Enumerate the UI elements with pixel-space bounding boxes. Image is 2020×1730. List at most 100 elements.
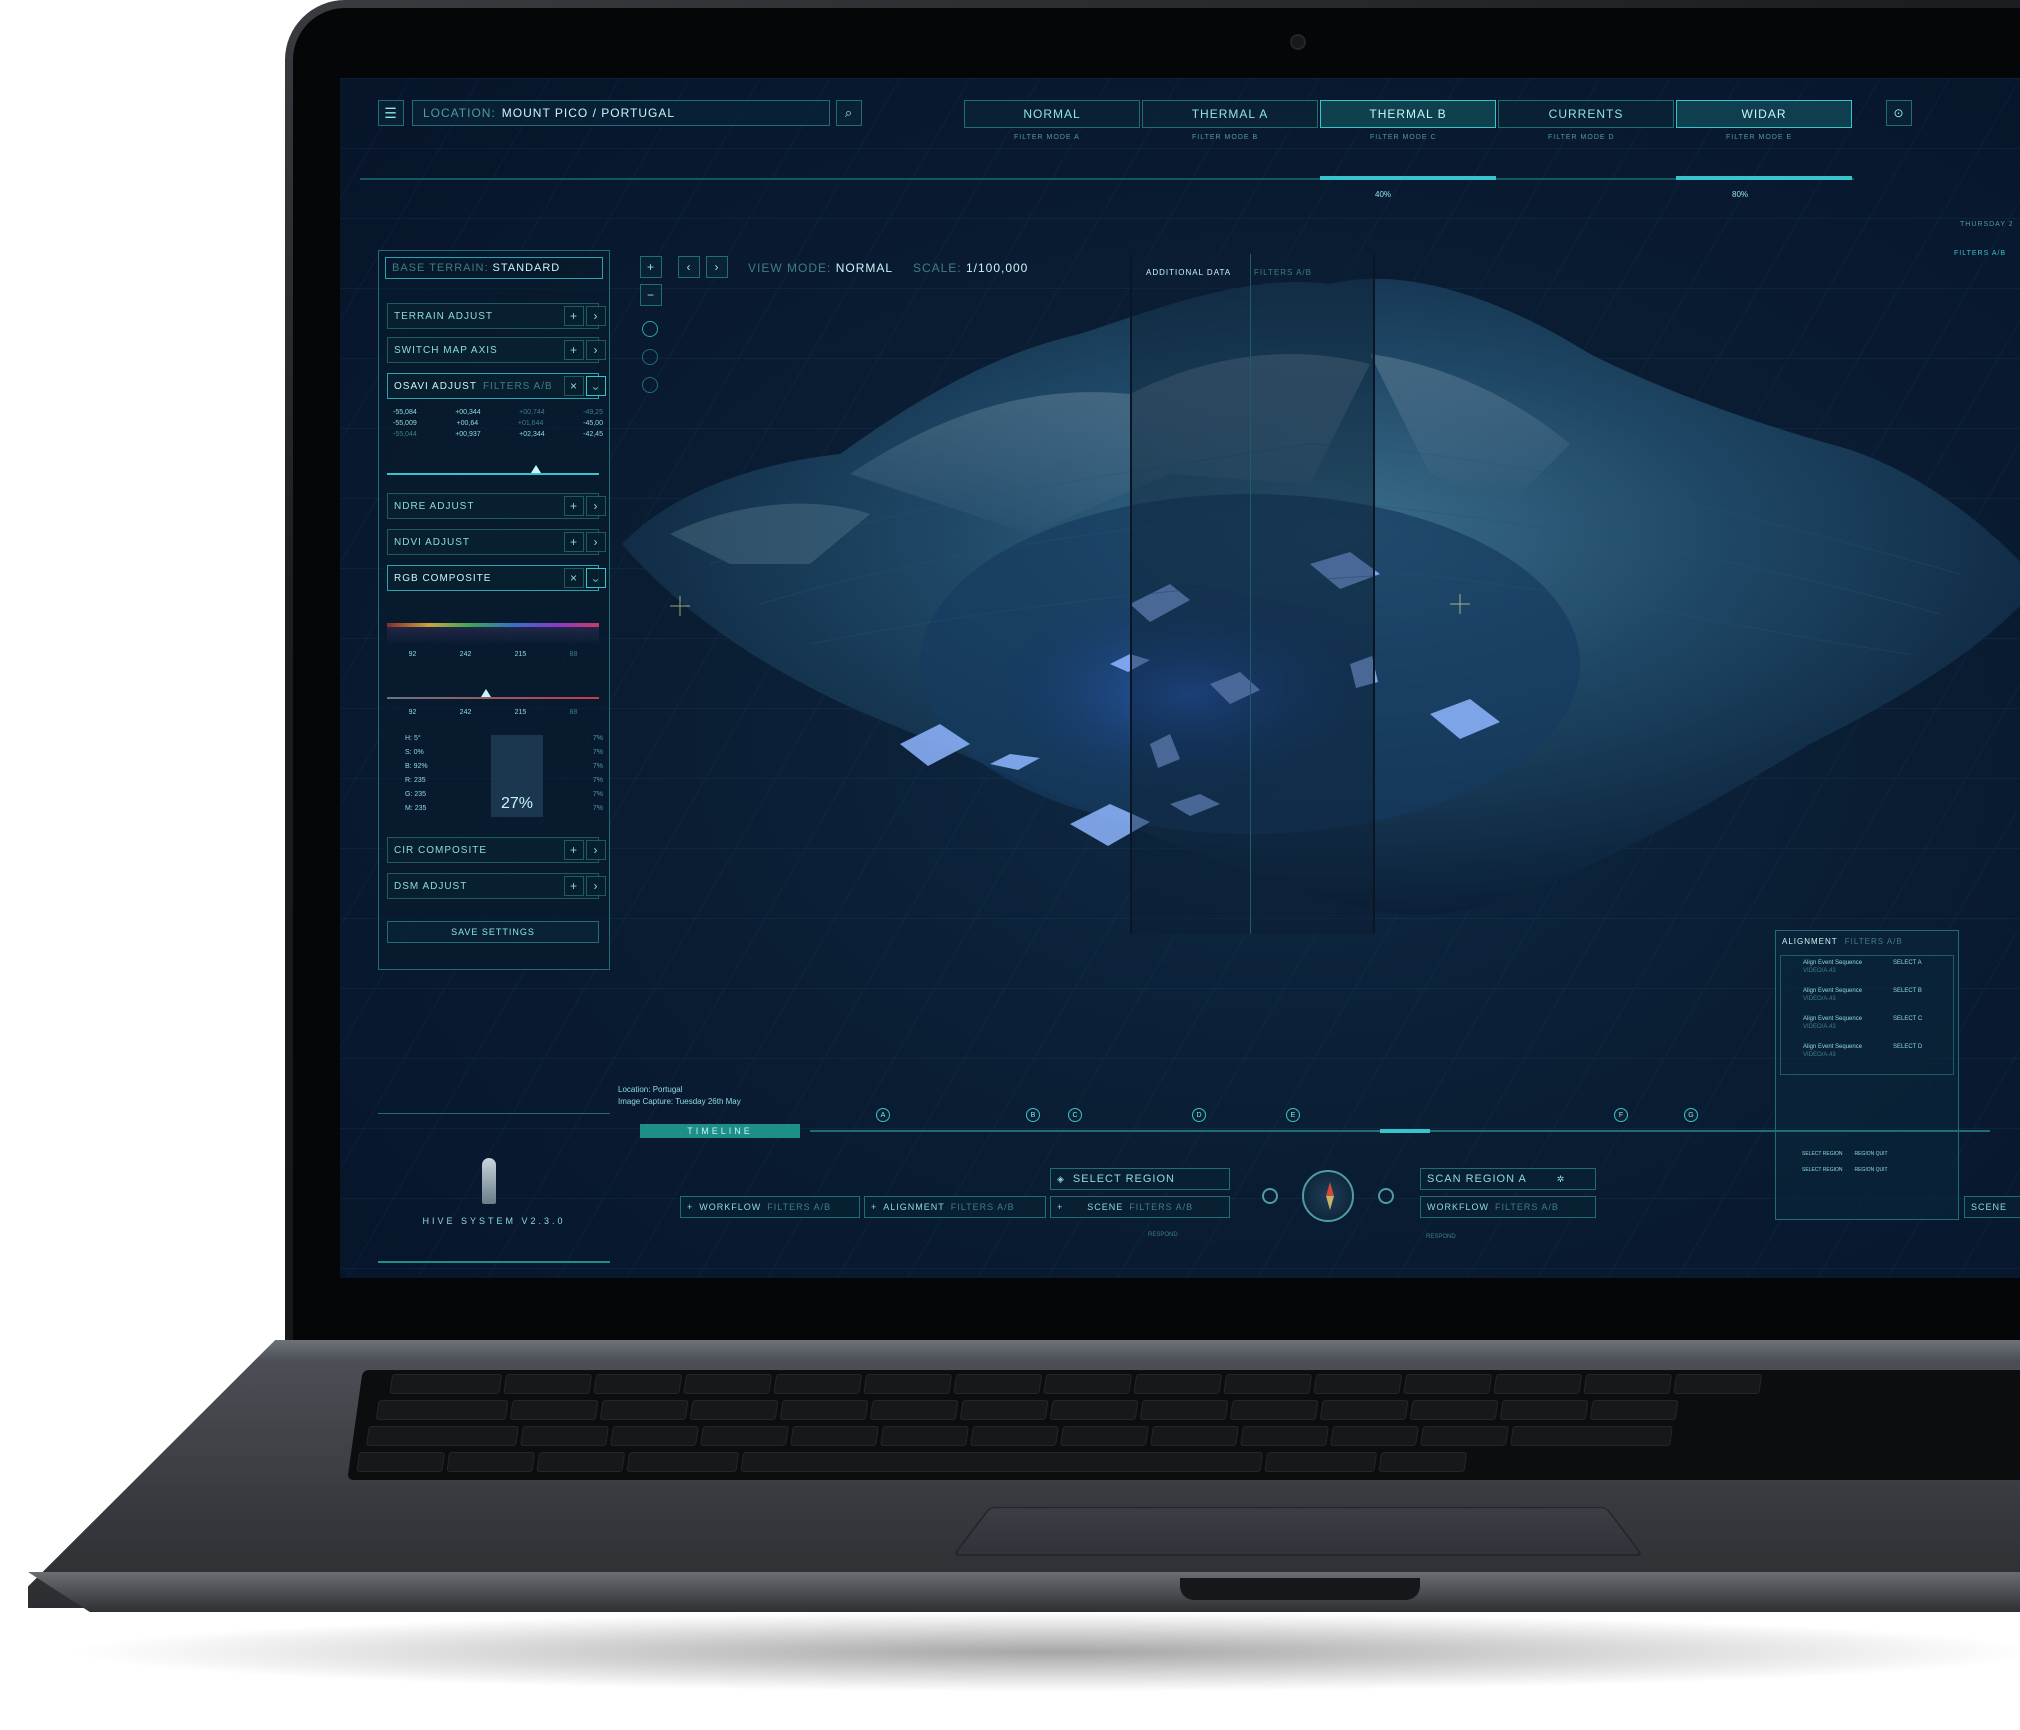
key[interactable] [970,1426,1059,1446]
key[interactable] [863,1374,953,1394]
key[interactable] [1229,1400,1319,1420]
add-button[interactable]: + [564,340,584,360]
channel-row[interactable]: H: 5° [405,735,421,747]
rgb-composite-row[interactable]: RGB COMPOSITE × ⌄ [387,565,606,591]
tab-thermal-a[interactable]: THERMAL A [1142,100,1318,128]
timeline-playhead[interactable] [1380,1129,1430,1133]
base-terrain-select[interactable]: BASE TERRAIN: STANDARD [385,257,603,279]
add-button[interactable]: + [564,496,584,516]
timeline-label[interactable]: TIMELINE [640,1124,800,1138]
expand-button[interactable]: › [586,306,606,326]
key[interactable] [366,1426,519,1446]
timeline-marker[interactable]: C [1068,1108,1082,1122]
key[interactable] [536,1452,626,1472]
key[interactable] [700,1426,789,1446]
rotate-left-icon[interactable] [1262,1188,1278,1204]
collapse-button[interactable]: ⌄ [586,376,606,396]
keyboard[interactable] [347,1370,2020,1480]
list-item[interactable]: SELECT C [1893,1016,1922,1022]
key[interactable] [1510,1426,1673,1446]
key[interactable] [520,1426,609,1446]
switch-map-axis-row[interactable]: SWITCH MAP AXIS + › [387,337,606,363]
key[interactable] [1133,1374,1223,1394]
timeline-marker[interactable]: E [1286,1108,1300,1122]
key[interactable] [959,1400,1049,1420]
key[interactable] [953,1374,1043,1394]
respond-label-right[interactable]: RESPOND [1426,1234,1456,1240]
key[interactable] [1240,1426,1329,1446]
key[interactable] [1499,1400,1589,1420]
saturation-slider[interactable] [387,697,599,699]
key[interactable] [375,1400,509,1420]
key[interactable] [1403,1374,1493,1394]
expand-button[interactable]: › [586,496,606,516]
menu-button[interactable]: ☰ [378,100,404,126]
ndre-adjust-row[interactable]: NDRE ADJUST + › [387,493,606,519]
pin-button[interactable]: ⊙ [1886,100,1912,126]
key[interactable] [1409,1400,1499,1420]
key[interactable] [1223,1374,1313,1394]
select-region-button[interactable]: ◈ SELECT REGION [1050,1168,1230,1190]
terrain-adjust-row[interactable]: TERRAIN ADJUST + › [387,303,606,329]
key[interactable] [1313,1374,1403,1394]
list-item[interactable]: SELECT A [1893,960,1922,966]
key[interactable] [1264,1452,1378,1472]
save-settings-button[interactable]: SAVE SETTINGS [387,921,599,943]
key[interactable] [683,1374,773,1394]
expand-button[interactable]: › [586,340,606,360]
scene-button-right[interactable]: SCENE [1964,1196,2020,1218]
key[interactable] [869,1400,959,1420]
spacebar[interactable] [740,1452,1264,1472]
close-button[interactable]: × [564,568,584,588]
key[interactable] [689,1400,779,1420]
add-button[interactable]: + [564,840,584,860]
key[interactable] [593,1374,683,1394]
region-row[interactable]: SELECT REGION REGION QUIT [1802,1151,1888,1157]
key[interactable] [790,1426,879,1446]
region-quit[interactable]: REGION QUIT [1854,1151,1887,1157]
osavi-slider[interactable] [387,473,599,475]
add-button[interactable]: + [564,876,584,896]
channel-row[interactable]: G: 235 [405,791,426,803]
compass-icon[interactable] [1302,1170,1354,1222]
region-quit[interactable]: REGION QUIT [1854,1167,1887,1173]
key[interactable] [626,1452,740,1472]
timeline-marker[interactable]: F [1614,1108,1628,1122]
channel-row[interactable]: S: 0% [405,749,424,761]
tab-widar[interactable]: WIDAR [1676,100,1852,128]
search-button[interactable]: ⌕ [836,100,862,126]
close-button[interactable]: × [564,376,584,396]
expand-button[interactable]: › [586,532,606,552]
channel-row[interactable]: B: 92% [405,763,428,775]
ndvi-adjust-row[interactable]: NDVI ADJUST + › [387,529,606,555]
tab-normal[interactable]: NORMAL [964,100,1140,128]
key[interactable] [503,1374,593,1394]
alignment-button[interactable]: + ALIGNMENT FILTERS A/B [864,1196,1046,1218]
key[interactable] [389,1374,503,1394]
expand-button[interactable]: › [586,840,606,860]
key[interactable] [1589,1400,1679,1420]
key[interactable] [446,1452,536,1472]
timeline-marker[interactable]: D [1192,1108,1206,1122]
cir-composite-row[interactable]: CIR COMPOSITE + › [387,837,606,863]
tab-currents[interactable]: CURRENTS [1498,100,1674,128]
key[interactable] [610,1426,699,1446]
channel-row[interactable]: R: 235 [405,777,426,789]
key[interactable] [1378,1452,1468,1472]
collapse-button[interactable]: ⌄ [586,568,606,588]
tab-thermal-b[interactable]: THERMAL B [1320,100,1496,128]
key[interactable] [779,1400,869,1420]
list-item[interactable]: SELECT B [1893,988,1922,994]
list-item[interactable]: Align Event Sequence [1803,1016,1862,1022]
key[interactable] [1493,1374,1583,1394]
slider-handle-icon[interactable] [531,465,541,473]
osavi-adjust-row[interactable]: OSAVI ADJUST FILTERS A/B × ⌄ [387,373,606,399]
add-button[interactable]: + [564,532,584,552]
list-item[interactable]: Align Event Sequence [1803,960,1862,966]
key[interactable] [1583,1374,1673,1394]
key[interactable] [1139,1400,1229,1420]
key[interactable] [880,1426,969,1446]
channel-row[interactable]: M: 235 [405,805,426,817]
timeline-marker[interactable]: A [876,1108,890,1122]
dsm-adjust-row[interactable]: DSM ADJUST + › [387,873,606,899]
